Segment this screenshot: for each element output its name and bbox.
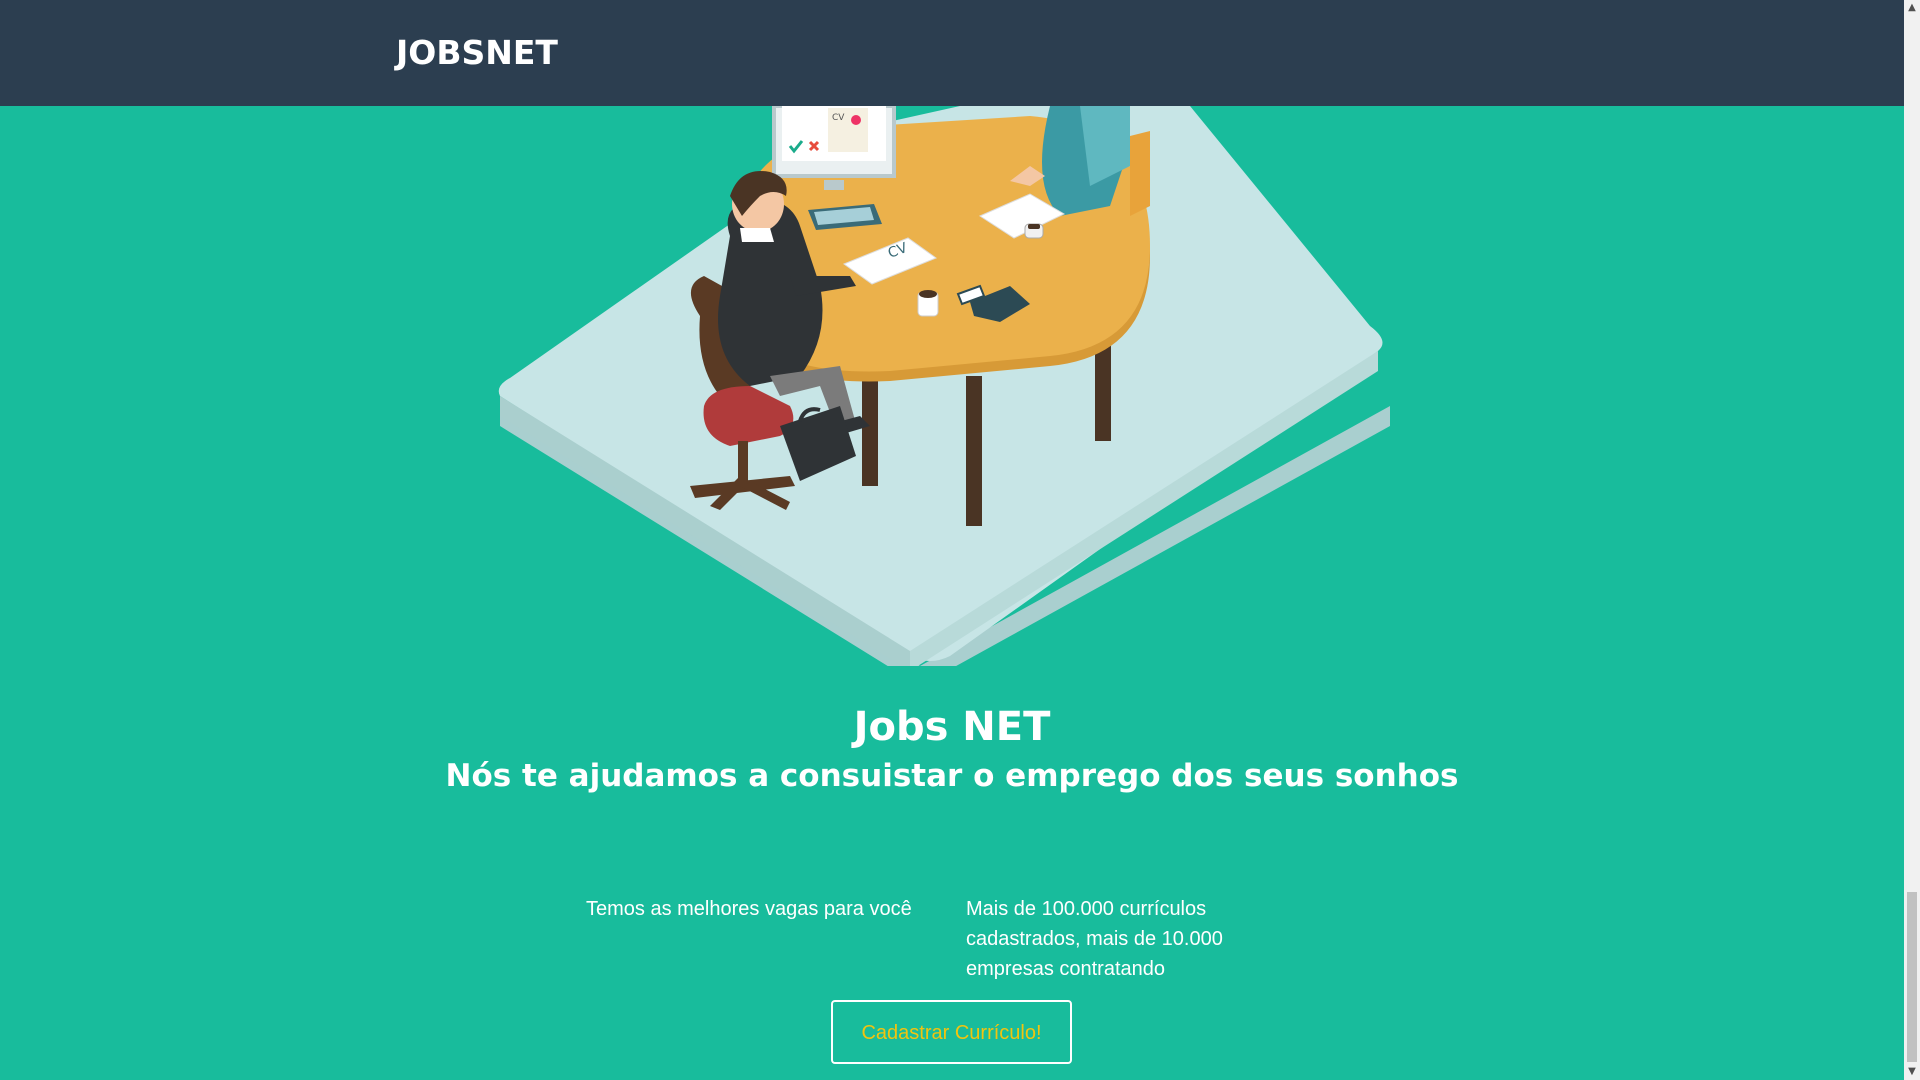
hero-section: CV CV Jobs NET Nós te ajudamos a consuis… — [0, 106, 1904, 1080]
brand-logo-link[interactable]: JOBSNET — [396, 33, 558, 73]
scroll-up-arrow-icon[interactable]: ▲ — [1904, 0, 1920, 16]
feature-text-vagas: Temos as melhores vagas para você — [586, 898, 912, 920]
cadastrar-curriculo-button[interactable]: Cadastrar Currículo! — [831, 1000, 1072, 1064]
vertical-scrollbar[interactable]: ▲ ▼ — [1904, 0, 1920, 1080]
job-interview-illustration: CV CV — [498, 106, 1390, 666]
monitor-cv-label: CV — [832, 113, 845, 123]
feature-text-curriculos: Mais de 100.000 currículos cadastrados, … — [966, 898, 1223, 980]
scroll-down-arrow-icon[interactable]: ▼ — [1904, 1064, 1920, 1080]
hero-subtitle: Nós te ajudamos a consuistar o emprego d… — [445, 758, 1459, 794]
scrollbar-thumb[interactable] — [1907, 892, 1917, 1062]
navbar: JOBSNET — [0, 0, 1904, 106]
hero-title: Jobs NET — [853, 704, 1051, 750]
